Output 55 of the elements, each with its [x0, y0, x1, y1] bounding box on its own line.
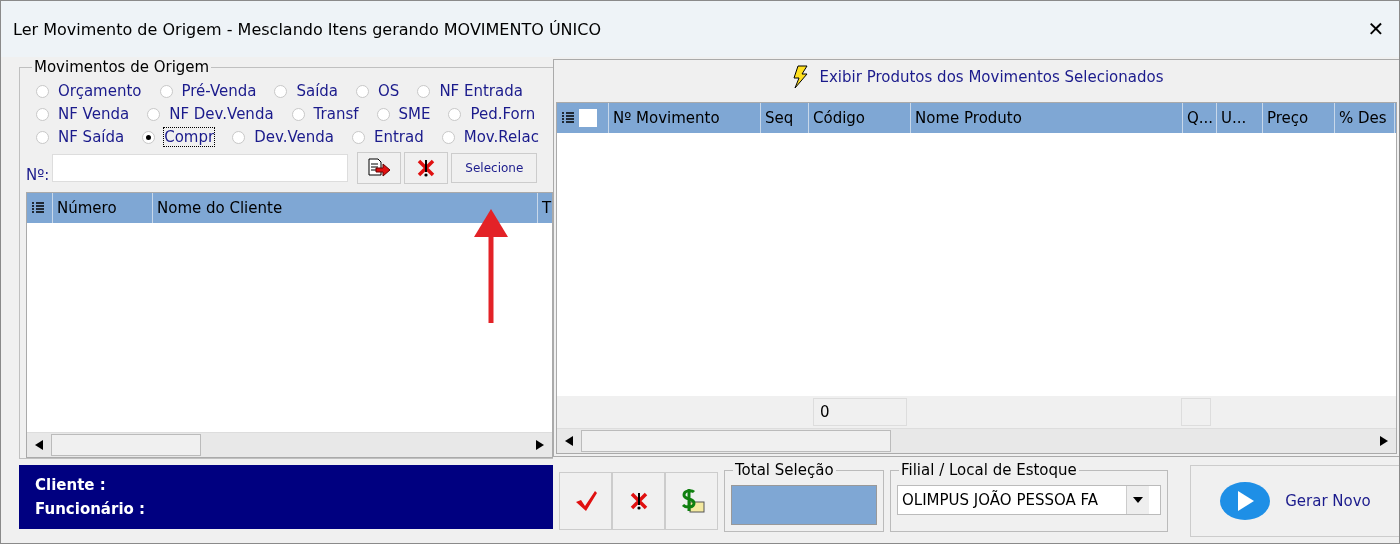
confirm-button[interactable]: [559, 472, 612, 530]
scroll-left-icon[interactable]: [565, 436, 573, 446]
radio-option[interactable]: Saída: [274, 82, 339, 100]
client-label: Cliente :: [35, 476, 107, 494]
radio-option[interactable]: Ped.Forn: [448, 105, 536, 123]
play-icon: [1219, 481, 1272, 521]
close-icon: [628, 491, 649, 511]
footer-cell: 0: [813, 398, 907, 426]
select-all-checkbox[interactable]: [579, 109, 597, 127]
radio-option[interactable]: Pré-Venda: [159, 82, 257, 100]
column-header[interactable]: Nº Movimento: [609, 103, 761, 133]
select-button[interactable]: Selecione: [451, 153, 538, 183]
radio-option[interactable]: Entrad: [352, 128, 424, 146]
cancel-button[interactable]: [612, 472, 665, 530]
radio-option[interactable]: Orçamento: [36, 82, 142, 100]
group-title: Movimentos de Origem: [32, 58, 212, 76]
column-header[interactable]: % Des: [1335, 103, 1395, 133]
total-label: Total Seleção: [733, 461, 836, 479]
horizontal-scrollbar[interactable]: [27, 432, 552, 457]
column-header[interactable]: Q...: [1183, 103, 1217, 133]
column-menu-icon[interactable]: [561, 111, 575, 125]
number-label: Nº:: [26, 166, 50, 184]
column-header[interactable]: Nome Produto: [911, 103, 1183, 133]
radio-option[interactable]: NF Venda: [36, 105, 130, 123]
radio-option[interactable]: NF Saída: [36, 128, 125, 146]
column-header[interactable]: Seq: [761, 103, 809, 133]
scroll-right-icon[interactable]: [1380, 436, 1388, 446]
radio-option[interactable]: NF Dev.Venda: [147, 105, 274, 123]
column-header[interactable]: Preço: [1263, 103, 1335, 133]
number-field[interactable]: [52, 154, 349, 182]
delete-button[interactable]: [404, 152, 449, 184]
money-button[interactable]: [665, 472, 718, 530]
generate-button[interactable]: Gerar Novo: [1190, 465, 1399, 537]
close-button[interactable]: ✕: [1353, 9, 1399, 49]
branch-label: Filial / Local de Estoque: [899, 461, 1079, 479]
dropdown-arrow-icon: [1133, 497, 1143, 503]
export-button[interactable]: [357, 152, 402, 184]
column-header[interactable]: Número: [53, 193, 153, 223]
column-header[interactable]: Código: [809, 103, 911, 133]
radio-option[interactable]: OS: [356, 82, 400, 100]
radio-option[interactable]: Transf: [291, 105, 359, 123]
column-header[interactable]: U...: [1217, 103, 1263, 133]
radio-option[interactable]: Dev.Venda: [232, 128, 334, 146]
horizontal-scrollbar[interactable]: [557, 428, 1396, 453]
close-icon: [416, 158, 437, 178]
scroll-right-icon[interactable]: [536, 440, 544, 450]
radio-option[interactable]: SME: [376, 105, 431, 123]
branch-dropdown[interactable]: OLIMPUS JOÃO PESSOA FA: [897, 485, 1161, 515]
radio-option[interactable]: NF Entrada: [417, 82, 523, 100]
radio-option[interactable]: Mov.Relac: [441, 128, 539, 146]
document-arrow-icon: [367, 157, 392, 179]
employee-label: Funcionário :: [35, 500, 147, 518]
radio-option[interactable]: Compr: [142, 128, 215, 146]
window-title: Ler Movimento de Origem - Mesclando Itens gerando MOVIMENTO ÚNICO: [13, 19, 602, 39]
scroll-left-icon[interactable]: [35, 440, 43, 450]
